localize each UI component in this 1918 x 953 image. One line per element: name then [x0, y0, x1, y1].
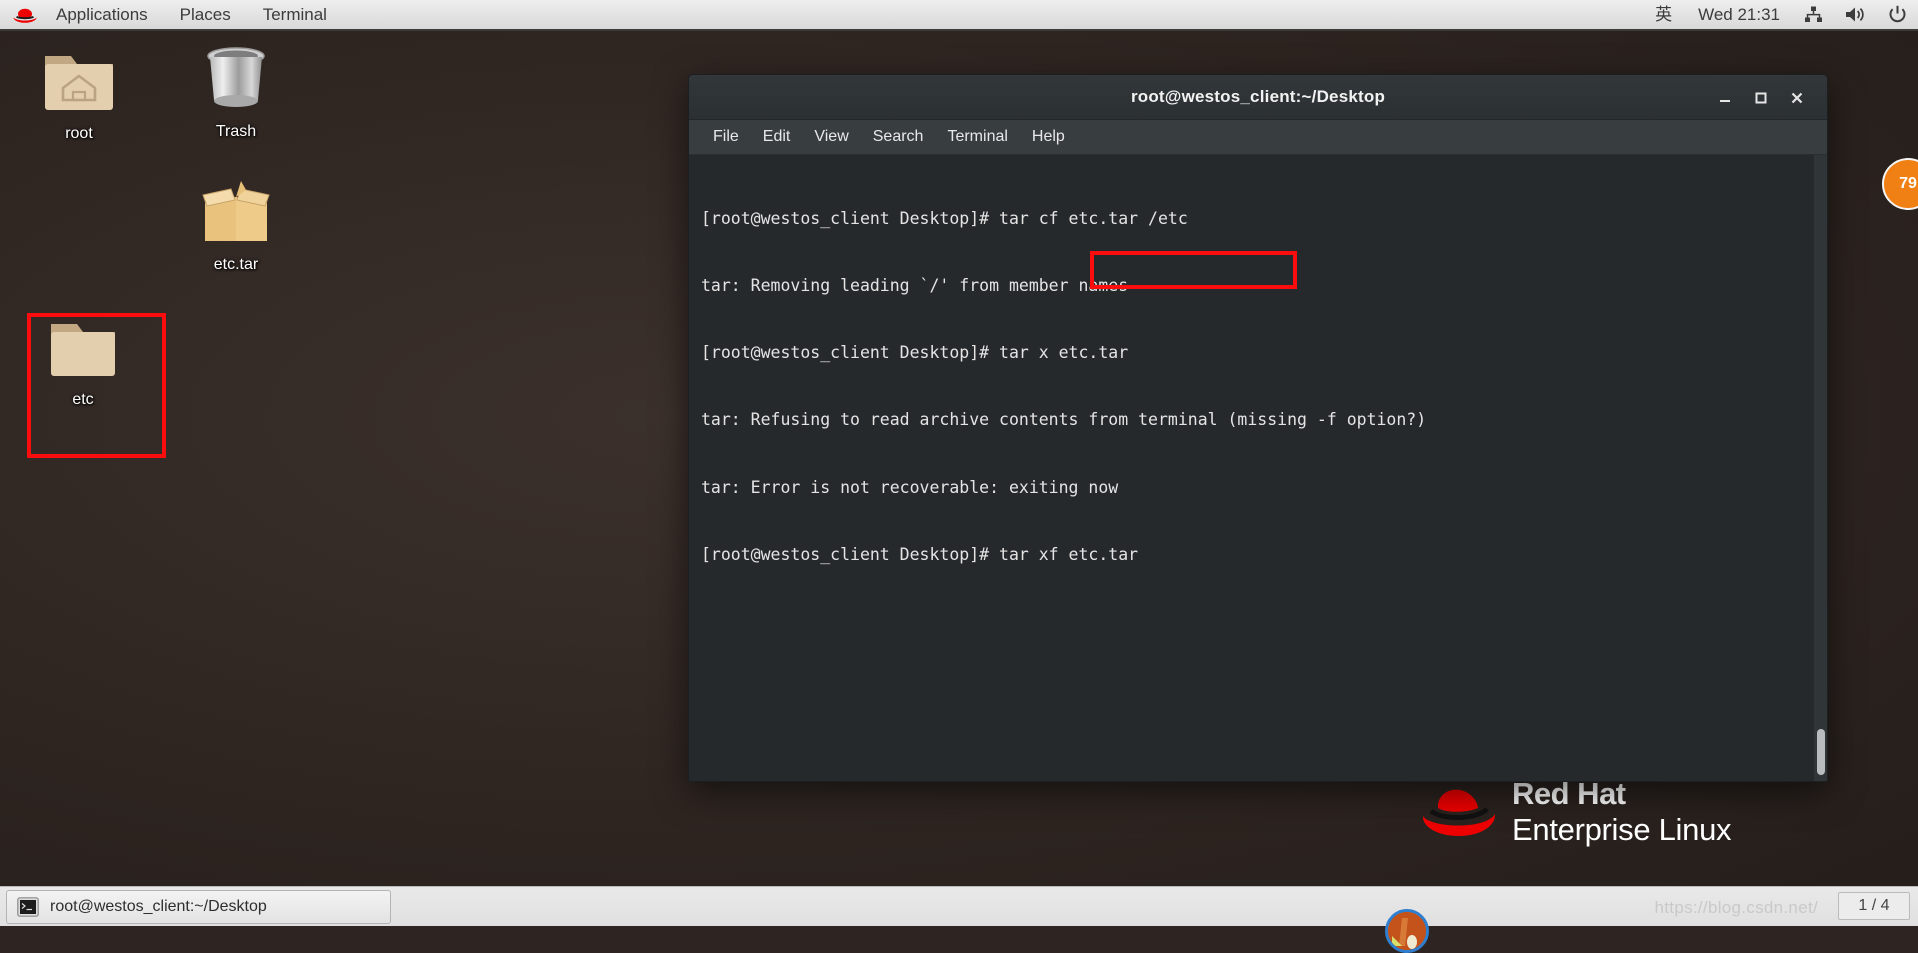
window-controls [1707, 75, 1815, 120]
taskbar-window-label: root@westos_client:~/Desktop [50, 898, 267, 916]
desktop-icon-label: etc [72, 391, 93, 409]
terminal-window: root@westos_client:~/Desktop [688, 74, 1828, 782]
archive-box-icon [197, 175, 275, 249]
close-icon-svg [1790, 91, 1804, 105]
menu-search[interactable]: Search [861, 123, 936, 151]
desktop-background: Applications Places Terminal 英 Wed 21:31 [0, 0, 1918, 926]
desktop-icon-label: Trash [216, 123, 256, 141]
workspace-indicator[interactable]: 1 / 4 [1838, 892, 1910, 920]
terminal-title-bar[interactable]: root@westos_client:~/Desktop [689, 75, 1827, 120]
volume-icon-svg [1845, 6, 1866, 23]
home-folder-icon [37, 44, 121, 118]
minimize-icon[interactable] [1707, 82, 1743, 114]
bottom-panel: root@westos_client:~/Desktop https://blo… [0, 886, 1918, 926]
trash-bin-icon-svg [199, 44, 273, 116]
edge-badge[interactable]: 79 [1882, 158, 1918, 210]
folder-icon [41, 310, 125, 384]
top-panel: Applications Places Terminal 英 Wed 21:31 [0, 0, 1918, 31]
home-folder-icon-svg [37, 48, 121, 118]
terminal-line: [root@westos_client Desktop]# tar cf etc… [701, 208, 1803, 230]
desktop-icon-label: root [65, 125, 93, 143]
terminal-scrollbar-thumb[interactable] [1817, 729, 1825, 775]
desktop-icon-label: etc.tar [214, 256, 258, 274]
menu-file[interactable]: File [701, 123, 751, 151]
minimize-icon-svg [1718, 91, 1732, 105]
desktop-icon-root[interactable]: root [14, 44, 144, 143]
terminal-output[interactable]: [root@westos_client Desktop]# tar cf etc… [689, 155, 1813, 781]
network-icon[interactable] [1793, 0, 1834, 29]
redhat-branding-text: Red Hat Enterprise Linux [1512, 778, 1731, 845]
menu-edit[interactable]: Edit [751, 123, 803, 151]
menu-help[interactable]: Help [1020, 123, 1077, 151]
archive-box-icon-svg [197, 177, 275, 249]
desktop-icon-etc[interactable]: etc [18, 310, 148, 409]
desktop-icon-etc-tar[interactable]: etc.tar [171, 175, 301, 274]
terminal-scrollbar[interactable] [1813, 155, 1827, 781]
maximize-icon[interactable] [1743, 82, 1779, 114]
power-icon-svg [1888, 5, 1907, 24]
menu-terminal[interactable]: Terminal [247, 0, 343, 29]
terminal-line: tar: Error is not recoverable: exiting n… [701, 477, 1803, 499]
watermark-text: https://blog.csdn.net/ [1655, 898, 1818, 918]
volume-icon[interactable] [1834, 0, 1877, 29]
terminal-line: [root@westos_client Desktop]# tar xf etc… [701, 544, 1803, 566]
redhat-fedora-icon [1420, 782, 1498, 842]
terminal-line: [root@westos_client Desktop]# tar x etc.… [701, 342, 1803, 364]
menu-places[interactable]: Places [164, 0, 247, 29]
folder-icon-svg [41, 318, 125, 384]
maximize-icon-svg [1754, 91, 1768, 105]
close-icon[interactable] [1779, 82, 1815, 114]
terminal-window-title: root@westos_client:~/Desktop [689, 87, 1827, 107]
terminal-icon [17, 897, 39, 917]
redhat-logo-icon[interactable] [12, 5, 38, 25]
app-round-icon-svg [1388, 912, 1426, 950]
trash-bin-icon [199, 42, 273, 116]
top-panel-right: 英 Wed 21:31 [1642, 0, 1918, 29]
clock[interactable]: Wed 21:31 [1685, 0, 1793, 29]
desktop-icon-trash[interactable]: Trash [171, 42, 301, 141]
terminal-line: tar: Refusing to read archive contents f… [701, 409, 1803, 431]
menu-view[interactable]: View [802, 123, 860, 151]
app-round-icon[interactable] [1385, 909, 1429, 953]
menu-terminal[interactable]: Terminal [935, 123, 1019, 151]
taskbar-window-button[interactable]: root@westos_client:~/Desktop [6, 890, 391, 924]
terminal-menu-bar: File Edit View Search Terminal Help [689, 120, 1827, 155]
input-method-indicator[interactable]: 英 [1642, 0, 1685, 29]
brand-line-1: Red Hat [1512, 778, 1731, 809]
power-icon[interactable] [1877, 0, 1918, 29]
brand-line-2: Enterprise Linux [1512, 814, 1731, 845]
terminal-line: tar: Removing leading `/' from member na… [701, 275, 1803, 297]
redhat-logo-svg [12, 5, 38, 25]
network-icon-svg [1804, 6, 1823, 23]
terminal-body[interactable]: [root@westos_client Desktop]# tar cf etc… [689, 155, 1827, 781]
menu-applications[interactable]: Applications [40, 0, 164, 29]
redhat-branding: Red Hat Enterprise Linux [1420, 778, 1731, 845]
